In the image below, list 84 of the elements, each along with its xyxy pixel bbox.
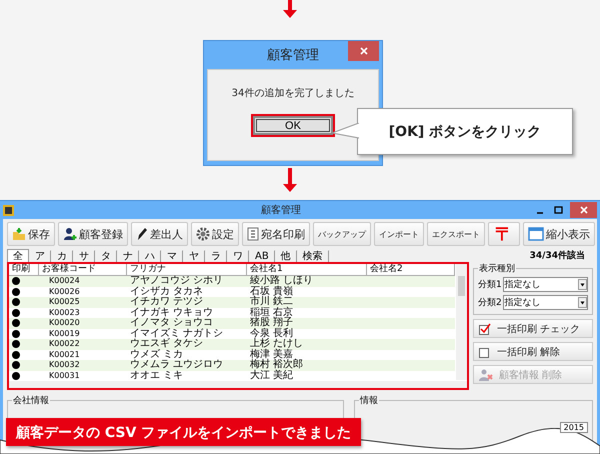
horizontal-scrollbar[interactable] <box>9 381 467 388</box>
toolbar-button[interactable]: 設定 <box>191 222 239 246</box>
group-title: 表示種別 <box>478 262 516 275</box>
folder-icon <box>12 227 26 241</box>
table-cell-text: オオエ ミキ <box>129 370 184 381</box>
table-cell-text: K00023 <box>48 308 81 318</box>
table-cell-text: イチカワ テツジ <box>129 297 204 308</box>
table-cell-text: イノマタ ショウコ <box>129 318 214 328</box>
checkbox-checked-icon <box>479 322 491 334</box>
table-cell-text: 猪股 翔子 <box>249 318 294 328</box>
toolbar-button[interactable]: 縮小表示 <box>523 222 595 246</box>
category-dropdown[interactable]: 指定なし <box>502 295 588 310</box>
toolbar-button[interactable]: インポート <box>374 222 424 246</box>
table-cell-text: K00025 <box>48 297 81 308</box>
column-header[interactable]: 会社名1 <box>247 264 367 275</box>
table-cell-text: ウエスギ タケシ <box>129 339 204 349</box>
close-icon <box>580 206 588 214</box>
pen-icon <box>136 227 148 241</box>
table-cell-text: 今泉 長利 <box>249 328 294 338</box>
postal-button[interactable]: 〒 <box>488 222 520 246</box>
index-tab[interactable]: 全 <box>7 249 29 262</box>
date-field[interactable]: 2015 <box>560 422 588 433</box>
table-cell-text: K00020 <box>48 318 81 328</box>
table-cell-text: 大江 美紀 <box>249 370 294 381</box>
document-icon <box>247 227 259 241</box>
table-cell-text: K00019 <box>48 328 81 339</box>
down-arrow-icon <box>283 0 297 18</box>
table-cell-text: ウメムラ ユウジロウ <box>129 360 224 370</box>
filter-label: 分類2 <box>478 296 502 309</box>
action-button[interactable]: 一括印刷 解除 <box>473 342 593 361</box>
toolbar-button[interactable]: 差出人 <box>131 222 188 246</box>
vertical-scrollbar[interactable] <box>456 264 467 380</box>
table-cell-text: ウメズ ミカ <box>129 350 184 360</box>
table-cell-text: 梅津 美嘉 <box>249 350 294 360</box>
callout-text: [OK] ボタンをクリック <box>388 122 542 140</box>
close-button[interactable] <box>348 41 379 61</box>
gear-icon <box>196 227 210 241</box>
column-header[interactable]: フリガナ <box>127 264 247 275</box>
category-dropdown[interactable]: 指定なし <box>502 277 588 292</box>
column-header[interactable]: 印刷 <box>9 264 39 275</box>
toolbar-button[interactable]: バックアップ <box>313 222 371 246</box>
table-cell-text: イシザカ タカネ <box>129 286 204 296</box>
close-icon <box>360 47 368 55</box>
maximize-icon <box>554 206 562 214</box>
ok-button[interactable]: OK <box>251 114 335 137</box>
table-cell-text: K00022 <box>48 339 81 350</box>
window-title: 顧客管理 <box>261 204 301 217</box>
table-cell-text: 稲垣 右京 <box>249 308 294 318</box>
table-cell-text: 梅村 裕次郎 <box>249 360 304 370</box>
window-icon <box>528 227 544 241</box>
table-cell-text: 石坂 貴嶺 <box>249 286 294 296</box>
table-cell-text: アヤノコウジ シホリ <box>129 276 224 286</box>
table-cell-text: K00026 <box>48 286 81 297</box>
result-count: 34/34件該当 <box>530 249 586 262</box>
toolbar-button[interactable]: 宛名印刷 <box>242 222 310 246</box>
column-header[interactable]: 会社名2 <box>367 264 455 275</box>
banner-text: 顧客データの CSV ファイルをインポートできました <box>16 425 352 441</box>
table-cell-text: 市川 鉄二 <box>249 297 294 307</box>
action-button[interactable]: 一括印刷 チェック <box>473 319 593 338</box>
panel-title: 会社情報 <box>12 394 50 407</box>
table-cell-text: 綾小路 しほり <box>249 276 314 286</box>
table-cell-text: 上杉 たけし <box>249 339 304 349</box>
column-header[interactable]: お客様コード <box>39 264 127 275</box>
dropdown-caret-icon <box>578 297 587 308</box>
table-cell-text: K00031 <box>48 370 81 381</box>
person-add-icon <box>63 227 77 241</box>
filter-label: 分類1 <box>478 278 502 291</box>
table-cell-text: イナガキ ウキョウ <box>129 308 214 318</box>
table-cell-text: イマイズミ ナガトシ <box>129 328 224 338</box>
dialog-title: 顧客管理 <box>267 47 319 64</box>
table-cell-text: K00032 <box>48 360 81 370</box>
table-cell-text: K00024 <box>48 276 81 286</box>
dialog-message: 34件の追加を完了しました <box>232 86 354 100</box>
app-icon <box>3 204 14 216</box>
dropdown-caret-icon <box>578 279 587 290</box>
panel-title: 情報 <box>359 394 380 407</box>
down-arrow-icon <box>283 168 297 192</box>
toolbar-button[interactable]: 顧客登録 <box>58 222 128 246</box>
toolbar-button[interactable]: 保存 <box>7 222 55 246</box>
table-cell-text: K00021 <box>48 350 81 360</box>
toolbar-button[interactable]: エクスポート <box>427 222 485 246</box>
close-button[interactable] <box>570 202 597 218</box>
checkbox-icon <box>479 346 491 358</box>
person-delete-icon <box>479 368 493 380</box>
